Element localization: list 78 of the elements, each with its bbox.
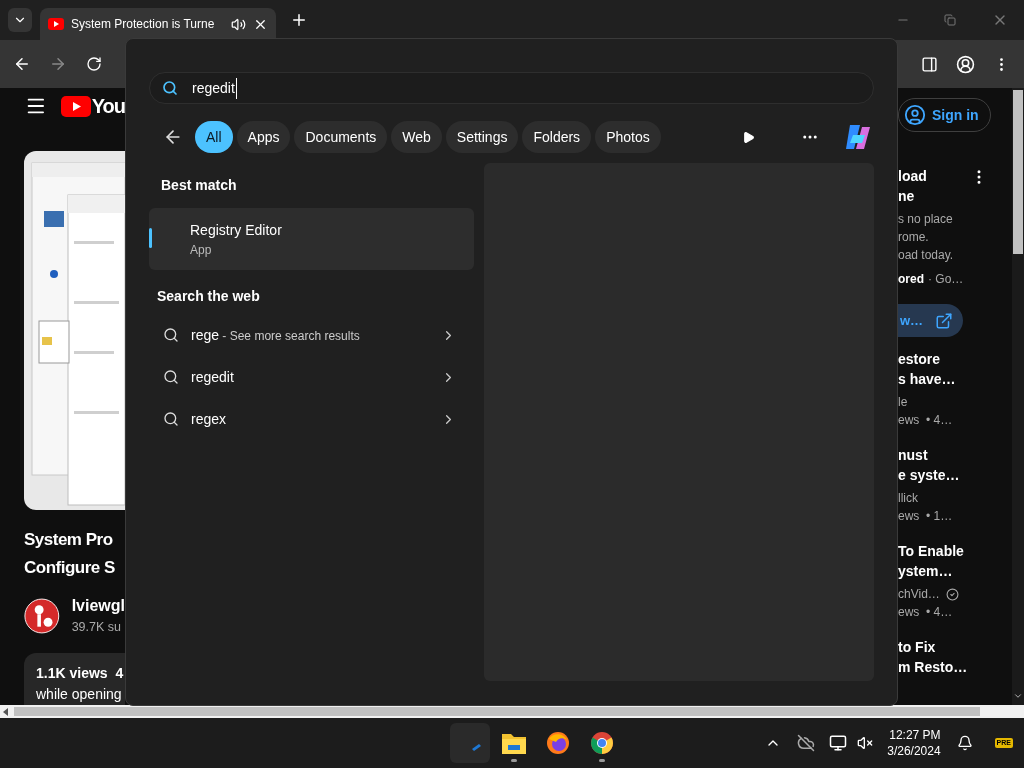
video-title[interactable]: nust [898,445,1012,465]
web-result[interactable]: regedit [149,361,474,393]
ad-title: ne [898,187,916,206]
side-panel-icon[interactable] [921,55,938,73]
channel-avatar-icon[interactable] [24,595,60,636]
video-title[interactable]: m Resto… [898,657,1012,677]
vertical-scrollbar[interactable] [1012,88,1024,705]
clock[interactable]: 12:27 PM 3/26/2024 [887,727,941,759]
video-title[interactable]: To Enable [898,541,1012,561]
channel-name: chVid… [898,586,940,603]
web-result[interactable]: rege - See more search results [149,319,474,351]
channel-name[interactable]: Iviewgl [71,594,125,619]
network-icon[interactable] [829,734,848,752]
tab-title: System Protection is Turne [71,16,216,33]
filter-chip[interactable]: Photos [595,121,661,153]
cloud-off-icon[interactable] [797,734,816,752]
view-count: 1.1K views 4 [36,664,125,683]
best-match-item[interactable]: Registry Editor App [149,208,474,270]
ad-description: rome. [898,229,930,246]
verified-icon [945,587,959,601]
advertiser-name: · Go… [928,271,964,288]
logo-text: You [91,94,125,120]
folder-icon [501,731,527,755]
restore-icon[interactable] [944,14,956,26]
filter-chip[interactable]: Documents [294,121,388,153]
firefox-icon [546,731,570,755]
volume-muted-icon[interactable] [857,735,874,751]
filter-chip[interactable]: Web [391,121,442,153]
sponsored-label: ored [898,271,924,288]
ad-description: s no place [898,211,954,228]
tab-list-button[interactable] [8,8,32,32]
description-panel[interactable]: 1.1K views 4 while opening [24,653,125,705]
youtube-logo-icon[interactable] [60,95,91,117]
ad-description: oad today. [898,247,955,264]
start-icon [471,743,481,751]
subscriber-count: 39.7K su [71,619,122,637]
video-title[interactable]: to Fix [898,637,1012,657]
notification-icon[interactable] [956,735,973,751]
video-meta: ews • 4… [898,604,954,621]
video-title[interactable]: ystem… [898,561,1012,581]
video-title[interactable]: s have… [898,369,1012,389]
filter-chip[interactable]: Settings [445,121,519,153]
forward-icon[interactable] [49,55,67,73]
video-title[interactable]: estore [898,349,1012,369]
user-icon [904,104,926,126]
section-heading: Best match [161,176,238,195]
chrome-icon [590,731,614,755]
video-meta: ews • 4… [898,412,954,429]
youtube-icon [48,18,64,30]
play-icon[interactable] [742,130,755,144]
section-heading: Search the web [157,287,261,306]
search-icon [163,369,179,385]
filter-chip[interactable]: Apps [236,121,291,153]
external-link-icon [935,311,953,330]
video-meta: ews • 1… [898,508,954,525]
ad-title: load [898,167,928,186]
search-icon [162,80,178,96]
search-icon [163,327,179,343]
scrollbar-thumb[interactable] [1013,90,1023,254]
reload-icon[interactable] [86,56,102,72]
video-title: System Pro [24,529,114,552]
back-icon[interactable] [13,55,31,73]
new-tab-icon[interactable] [290,11,308,29]
filter-chip[interactable]: Folders [522,121,592,153]
search-icon [163,411,179,427]
scroll-down-icon[interactable] [1013,691,1023,701]
search-field[interactable]: regedit [149,72,874,104]
filter-chip[interactable]: All [195,121,233,153]
description-text: while opening [36,685,123,704]
web-result[interactable]: regex [149,403,474,435]
channel-name: llick [898,490,918,507]
speaker-icon[interactable] [231,16,246,32]
video-title: Configure S [24,557,116,580]
browser-tab[interactable]: System Protection is Turne [40,8,276,40]
channel-name: le [898,394,908,411]
video-title[interactable]: e syste… [898,465,1012,485]
ad-action-button[interactable]: w… [898,304,963,337]
profile-icon[interactable] [956,54,975,74]
